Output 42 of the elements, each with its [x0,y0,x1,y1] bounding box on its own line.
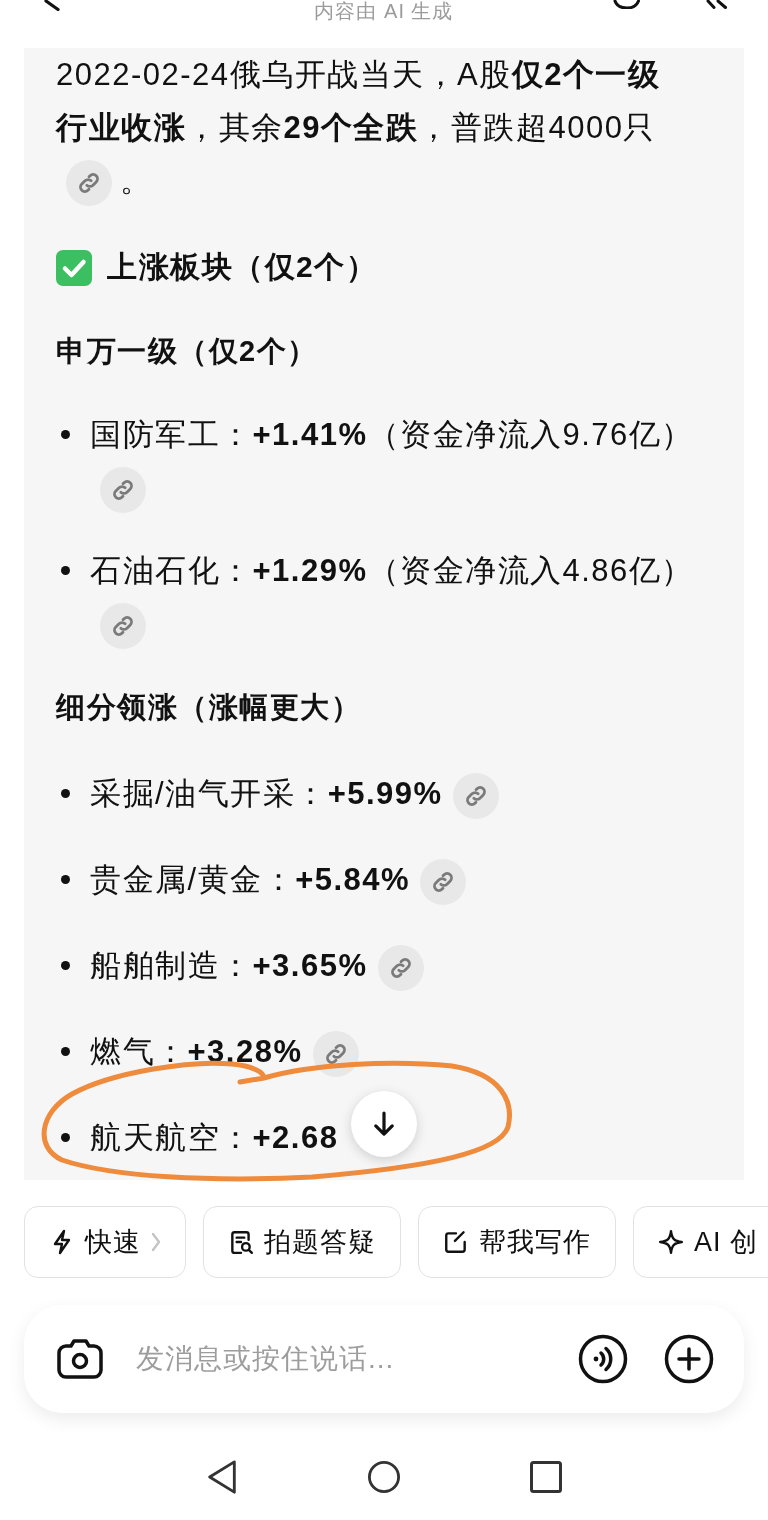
shortcut-button[interactable]: 快速 [24,1206,186,1278]
nav-back-icon[interactable] [206,1459,238,1495]
arrow-down-icon [373,1111,395,1137]
shortcut-button[interactable]: AI 创 [633,1206,768,1278]
list-item-text: 贵金属/黄金：+5.84% [90,862,411,897]
home-icon[interactable] [368,1459,400,1495]
check-icon [56,249,92,286]
bullet-icon [61,1047,70,1056]
bullet-icon [61,789,70,798]
sentence-end-text: 。 [120,163,153,198]
edit-icon [443,1229,469,1255]
back-icon[interactable] [44,0,60,11]
recent-apps-icon[interactable] [530,1459,562,1495]
bullet-icon [61,566,70,575]
sparkle-icon [658,1229,684,1255]
camera-icon[interactable] [56,1338,104,1380]
shortcut-button[interactable]: 帮我写作 [418,1206,616,1278]
subsection-heading: 细分领涨（涨幅更大） [56,690,362,725]
document-search-icon [228,1229,254,1255]
section-heading: 上涨板块（仅2个） [107,249,378,285]
voice-icon[interactable] [578,1334,628,1384]
list-item-text: 船舶制造：+3.65% [90,948,368,983]
list-item-text: 石油石化：+1.29%（资金净流入4.86亿） [90,553,694,588]
list-item-text: 燃气：+3.28% [90,1034,303,1069]
bullet-icon [61,430,70,439]
subsection-heading: 申万一级（仅2个） [56,334,319,369]
link-icon[interactable] [66,159,112,206]
bullet-icon [61,875,70,884]
message-input[interactable]: 发消息或按住说话... [136,1335,558,1383]
curve-icon[interactable] [613,0,640,9]
header-title: 内容由 AI 生成 [314,0,454,22]
bullet-icon [61,1133,70,1142]
list-item-text: 国防军工：+1.41%（资金净流入9.76亿） [90,417,694,452]
link-icon[interactable] [100,466,146,513]
list-item-text: 航天航空：+2.68 [90,1120,339,1155]
shortcut-button[interactable]: 拍题答疑 [203,1206,401,1278]
bullet-icon [61,961,70,970]
double-chevron-icon[interactable] [706,0,728,9]
list-item-text: 采掘/油气开采：+5.99% [90,776,443,811]
link-icon[interactable] [100,602,146,649]
intro-text: 2022-02-24俄乌开战当天，A股仅2个一级行业收涨，其余29个全跌，普跌超4000只 [56,57,661,145]
add-icon[interactable] [664,1334,714,1384]
